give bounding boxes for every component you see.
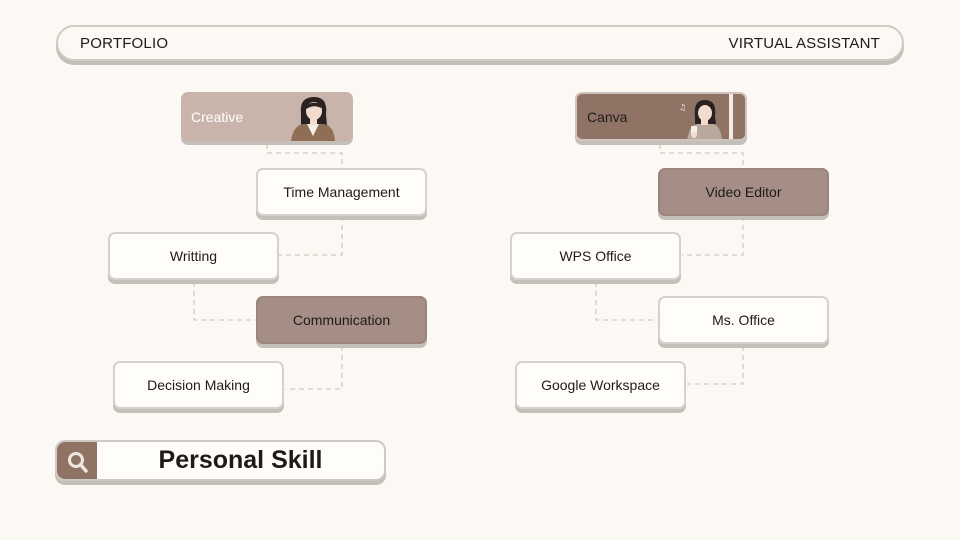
time-management-label: Time Management	[283, 184, 400, 200]
writting-node[interactable]: Writting	[108, 232, 279, 280]
ms-office-label: Ms. Office	[712, 312, 775, 328]
decision-making-label: Decision Making	[147, 377, 250, 393]
woman-illustration-icon	[291, 97, 335, 141]
search-icon	[68, 452, 88, 473]
google-workspace-node[interactable]: Google Workspace	[515, 361, 686, 409]
creative-card[interactable]: Creative	[181, 92, 353, 141]
time-management-node[interactable]: Time Management	[256, 168, 427, 216]
canva-label: Canva	[587, 108, 628, 125]
personal-skill-bar[interactable]: Personal Skill	[55, 440, 386, 481]
wps-office-label: WPS Office	[559, 248, 632, 264]
wps-office-node[interactable]: WPS Office	[510, 232, 681, 280]
writting-label: Writting	[169, 248, 218, 264]
creative-label: Creative	[191, 108, 244, 125]
canva-card[interactable]: Canva ♫	[575, 92, 747, 141]
svg-text:♫: ♫	[679, 103, 686, 112]
personal-skill-title: Personal Skill	[158, 446, 323, 474]
video-editor-node[interactable]: Video Editor	[658, 168, 829, 216]
google-workspace-label: Google Workspace	[541, 377, 660, 393]
search-button[interactable]	[57, 442, 97, 479]
woman-with-phone-illustration-icon: ♫	[679, 94, 733, 139]
video-editor-label: Video Editor	[705, 184, 782, 200]
decision-making-node[interactable]: Decision Making	[113, 361, 284, 409]
ms-office-node[interactable]: Ms. Office	[658, 296, 829, 344]
communication-label: Communication	[292, 312, 391, 328]
communication-node[interactable]: Communication	[256, 296, 427, 344]
